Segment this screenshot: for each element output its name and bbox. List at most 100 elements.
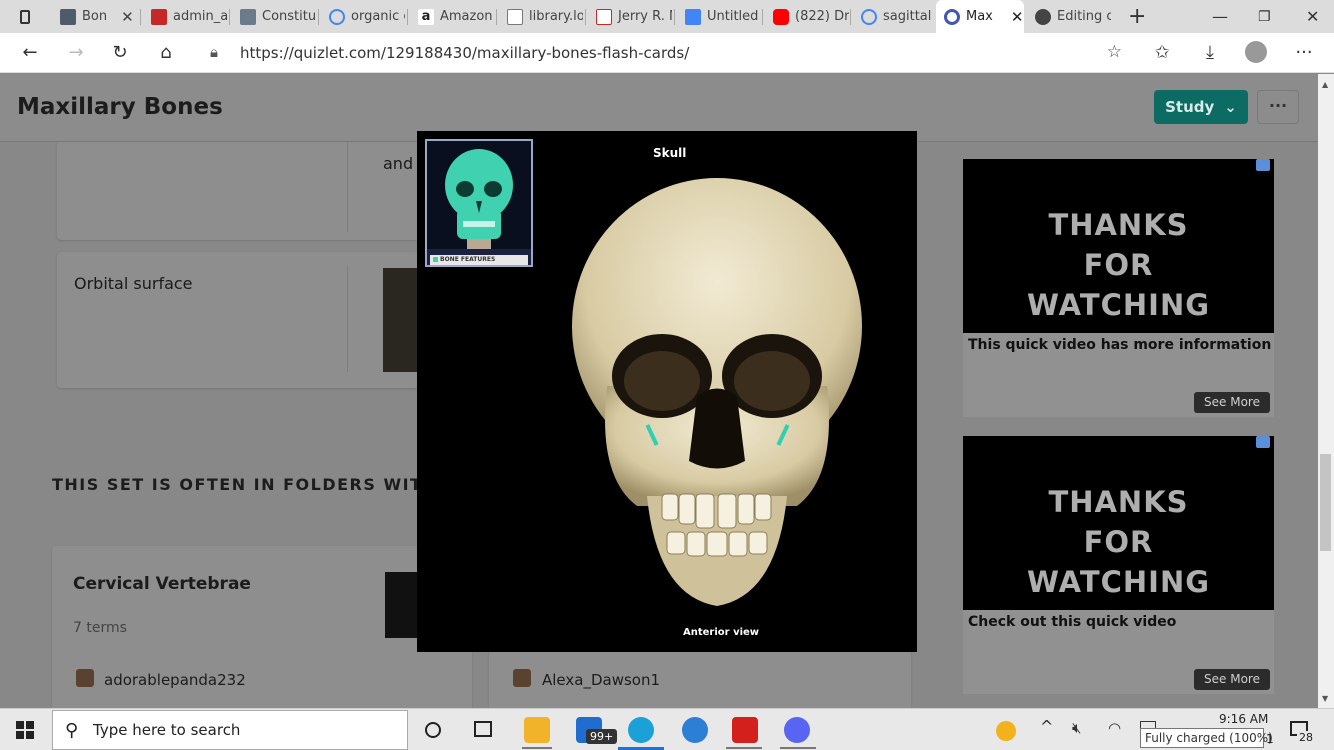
ad-text[interactable]: This quick video has more information	[968, 337, 1271, 353]
browser-tab[interactable]: Constitu	[232, 0, 316, 33]
username[interactable]: Alexa_Dawson1	[542, 671, 660, 689]
google-icon	[329, 8, 345, 25]
card-term: Orbital surface	[74, 274, 193, 293]
card-image	[383, 268, 419, 372]
ad-choices-icon[interactable]	[1256, 159, 1270, 171]
lock-icon: 🔒︎	[210, 43, 218, 61]
forward-button[interactable]: →	[64, 41, 88, 65]
task-view-icon[interactable]	[474, 721, 492, 737]
card-definition: and	[383, 154, 414, 173]
cat-icon	[1035, 8, 1051, 25]
home-button[interactable]: ⌂	[154, 41, 178, 65]
browser-tab-active[interactable]: Max ✕	[936, 0, 1024, 33]
notification-count: 28	[1297, 731, 1315, 744]
volume-muted-icon[interactable]: 🔇︎	[1072, 719, 1081, 737]
folder-card[interactable]: Cervical Vertebrae 7 terms adorablepanda…	[52, 546, 472, 716]
back-button[interactable]: ←	[18, 41, 42, 65]
see-more-button[interactable]: See More	[1194, 392, 1270, 413]
mail-badge: 99+	[586, 729, 618, 744]
url-text: https://quizlet.com/129188430/maxillary-…	[240, 44, 690, 62]
browser-tab[interactable]: admin_a	[143, 0, 227, 33]
chevron-down-icon: ⌄	[1224, 98, 1237, 116]
browser-tab[interactable]: (822) Dra	[765, 0, 849, 33]
refresh-button[interactable]: ↻	[108, 41, 132, 65]
image-lightbox[interactable]: BONE FEATURES Skull Anterior view	[417, 131, 917, 652]
page-scrollbar[interactable]: ▲ ▼	[1318, 74, 1334, 708]
pdf-icon	[596, 8, 612, 25]
profile-avatar[interactable]	[1244, 41, 1268, 65]
ad-video[interactable]: THANKS FOR WATCHING	[963, 436, 1274, 610]
chevron-up-icon[interactable]: ^	[1040, 717, 1053, 736]
study-button[interactable]: Study ⌄	[1154, 90, 1248, 124]
skull-anterior-image	[572, 178, 862, 606]
ad-choices-icon[interactable]	[1256, 436, 1270, 448]
tab-actions-icon[interactable]	[12, 0, 38, 33]
acrobat-icon[interactable]	[732, 717, 758, 743]
weather-icon[interactable]	[996, 721, 1016, 741]
see-more-button[interactable]: See More	[1194, 669, 1270, 690]
browser-tab[interactable]: a Amazon	[410, 0, 494, 33]
settings-more-icon[interactable]: ···	[1292, 41, 1316, 65]
amazon-icon: a	[418, 8, 434, 25]
thumbnail-panel[interactable]: BONE FEATURES	[425, 139, 533, 267]
modal-heading: Skull	[653, 146, 687, 160]
more-options-button[interactable]: ···	[1257, 90, 1299, 124]
browser-tab[interactable]: sagittal s	[853, 0, 935, 33]
favorite-add-icon[interactable]: ☆	[1107, 42, 1122, 62]
browser-tab[interactable]: library.lo	[499, 0, 583, 33]
close-window-button[interactable]: ✕	[1298, 0, 1322, 33]
search-input[interactable]: Type here to search	[93, 721, 240, 739]
windows-start-icon[interactable]	[16, 721, 34, 739]
browser-tab[interactable]: Jerry R. N	[588, 0, 672, 33]
battery-tooltip: Fully charged (100%)	[1140, 728, 1273, 748]
favorites-icon[interactable]: ✩	[1150, 41, 1174, 65]
term-card: and	[57, 142, 419, 240]
file-explorer-icon[interactable]	[524, 717, 550, 743]
page-title: Maxillary Bones	[17, 94, 223, 120]
pdf-icon	[151, 8, 167, 25]
close-icon[interactable]: ✕	[1011, 8, 1024, 26]
ad-video[interactable]: THANKS FOR WATCHING	[963, 159, 1274, 333]
taskbar-search[interactable]: ⚲ Type here to search	[52, 710, 408, 750]
downloads-icon[interactable]: ⤓	[1198, 41, 1222, 65]
minimize-button[interactable]: —	[1204, 0, 1228, 33]
google-icon	[861, 8, 877, 25]
address-field[interactable]: 🔒︎ https://quizlet.com/129188430/maxilla…	[196, 37, 1136, 69]
ad-unit[interactable]: THANKS FOR WATCHING Check out this quick…	[963, 436, 1274, 694]
app-icon[interactable]	[682, 717, 708, 743]
cortana-icon[interactable]	[425, 722, 441, 738]
edge-icon[interactable]	[628, 717, 654, 743]
taskbar: ⚲ Type here to search 99+ ^ 🔇︎ ◠ 9:16 AM…	[0, 708, 1334, 750]
avatar	[76, 669, 94, 687]
term-card: Orbital surface	[57, 252, 419, 388]
clock-time[interactable]: 9:16 AM	[1219, 712, 1268, 726]
wifi-icon[interactable]: ◠	[1108, 719, 1121, 737]
quizlet-icon	[60, 8, 76, 25]
docs-icon	[685, 8, 701, 25]
search-icon: ⚲	[65, 720, 79, 741]
ad-text[interactable]: Check out this quick video	[968, 614, 1176, 630]
folder-title[interactable]: Cervical Vertebrae	[73, 574, 251, 594]
browser-tab[interactable]: Bon ✕	[52, 0, 138, 33]
thumbnail-label: BONE FEATURES	[430, 255, 528, 265]
tab-strip: Bon ✕ admin_a Constitu organic c a Amazon …	[0, 0, 1334, 33]
new-tab-button[interactable]: +	[1120, 0, 1144, 33]
browser-tab[interactable]: Editing c	[1027, 0, 1111, 33]
folder-image	[385, 572, 417, 638]
quizlet-icon	[240, 8, 256, 25]
section-heading: THIS SET IS OFTEN IN FOLDERS WITH...	[52, 475, 461, 494]
youtube-icon	[773, 8, 789, 25]
quizlet-icon	[944, 8, 960, 25]
close-icon[interactable]: ✕	[121, 8, 134, 26]
skull-thumbnail-image	[427, 141, 531, 249]
address-bar-row: ← → ↻ ⌂ 🔒︎ https://quizlet.com/129188430…	[0, 33, 1334, 73]
modal-caption: Anterior view	[683, 627, 760, 638]
browser-tab[interactable]: Untitled	[677, 0, 761, 33]
scrollbar-thumb[interactable]	[1320, 454, 1331, 551]
avatar	[513, 669, 531, 687]
username[interactable]: adorablepanda232	[104, 671, 246, 689]
discord-icon[interactable]	[784, 717, 810, 743]
ad-unit[interactable]: THANKS FOR WATCHING This quick video has…	[963, 159, 1274, 417]
browser-tab[interactable]: organic c	[321, 0, 405, 33]
restore-button[interactable]: ❐	[1250, 0, 1274, 33]
